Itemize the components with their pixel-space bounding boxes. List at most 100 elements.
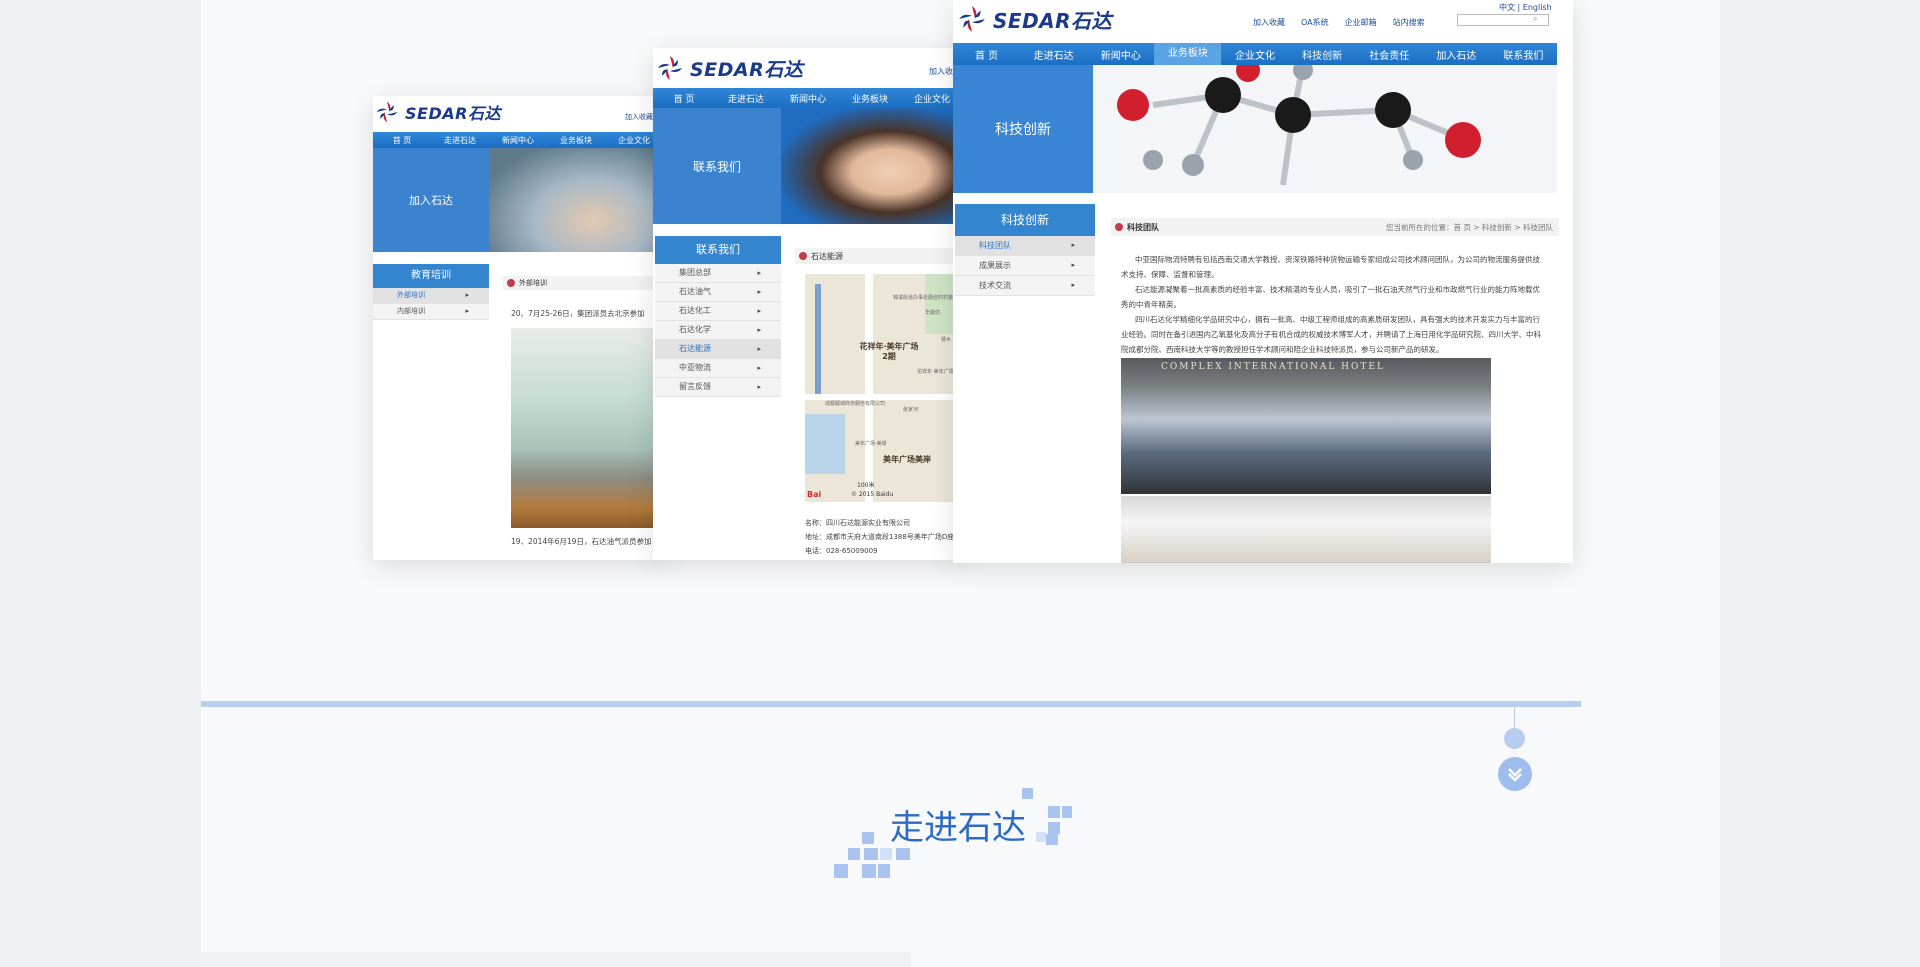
deco-square: [848, 848, 860, 860]
logo[interactable]: SEDAR石达: [957, 4, 1112, 34]
toplink-favorite[interactable]: 加入收藏: [625, 112, 653, 122]
sidebar: 科技创新 科技团队 成果展示 技术交流: [955, 204, 1095, 304]
logo[interactable]: SEDAR石达: [656, 54, 803, 82]
map-baidu-logo: Bai: [807, 490, 822, 499]
news-item-2[interactable]: 19、2014年6月19日，石达油气派员参加: [511, 534, 663, 549]
nav-business[interactable]: 业务板块: [547, 135, 605, 146]
sidebar-item-oilgas[interactable]: 石达油气: [655, 283, 781, 302]
meeting-photo: [1121, 496, 1491, 563]
deco-square: [834, 864, 848, 878]
nav-social[interactable]: 社会责任: [1356, 47, 1423, 62]
deco-square: [1048, 806, 1060, 818]
map-scale: 100米: [857, 482, 875, 489]
language-switch[interactable]: 中文 | English: [1499, 2, 1552, 13]
sedar-logo-icon: [375, 100, 399, 124]
news-item-1[interactable]: 20、7月25-26日，集团派员去北京参加: [511, 306, 663, 321]
main-nav: 首 页 走进石达 新闻中心 业务板块 企业文化: [373, 132, 663, 148]
service-woman-photo: [781, 108, 963, 224]
crumb-bullet-icon: [507, 279, 515, 287]
map-street-2: 成都都城商务服务有限公司: [825, 401, 886, 407]
nav-news[interactable]: 新闻中心: [489, 135, 547, 146]
sidebar-title: 联系我们: [655, 236, 781, 264]
nav-join[interactable]: 加入石达: [1423, 47, 1490, 62]
handshake-photo: [489, 148, 663, 252]
nav-business[interactable]: 业务板块: [1154, 43, 1222, 65]
screen-contact: SEDAR石达 加入收 首 页 走进石达 新闻中心 业务板块 企业文化 联系我们…: [653, 48, 963, 560]
map-copyright: © 2015 Baidu: [851, 491, 894, 498]
map-street-6: 花祥年·美年广场: [917, 369, 954, 375]
toplink-favorite[interactable]: 加入收藏: [1253, 17, 1285, 28]
nav-about[interactable]: 走进石达: [1020, 47, 1087, 62]
banner: 加入石达: [373, 148, 663, 252]
nav-news[interactable]: 新闻中心: [1087, 47, 1154, 62]
contact-phone: 电话：028-65009009: [805, 547, 878, 555]
deco-square: [1048, 822, 1060, 834]
sidebar-item-chemical[interactable]: 石达化工: [655, 302, 781, 321]
contact-name: 名称：四川石达能源实业有限公司: [805, 519, 910, 527]
toplink-mail[interactable]: 企业邮箱: [1345, 17, 1377, 28]
sidebar-item-chemistry[interactable]: 石达化学: [655, 321, 781, 340]
sidebar-item-hq[interactable]: 集团总部: [655, 264, 781, 283]
hotel-sign: COMPLEX INTERNATIONAL HOTEL: [1161, 362, 1385, 372]
nav-about[interactable]: 走进石达: [715, 92, 777, 105]
banner: 联系我们: [653, 108, 963, 224]
logo-text: SEDAR石达: [405, 104, 501, 123]
sidebar: 联系我们 集团总部 石达油气 石达化工 石达化学 石达能源 中亚物流 留言反馈: [655, 236, 781, 397]
main-nav: 首 页 走进石达 新闻中心 业务板块 企业文化: [653, 88, 963, 108]
sidebar-item-logistics[interactable]: 中亚物流: [655, 359, 781, 378]
nav-culture[interactable]: 企业文化: [1221, 47, 1288, 62]
toplink-oa[interactable]: OA系统: [1301, 17, 1329, 28]
sidebar-item-team[interactable]: 科技团队: [955, 236, 1095, 256]
baidu-map[interactable]: 花祥年·美年广场2期 美年广场美岸 锦溪街道办事处勤俭村村委会 成都都城商务服务…: [805, 274, 963, 502]
sidebar-item-energy[interactable]: 石达能源: [655, 340, 781, 359]
deco-square: [1022, 788, 1033, 799]
map-street-3: 华晨仿: [925, 310, 941, 316]
nav-tech[interactable]: 科技创新: [1289, 47, 1356, 62]
sidebar-item-results[interactable]: 成果展示: [955, 256, 1095, 276]
map-zoom-control[interactable]: [815, 284, 821, 394]
bottom-strip: [201, 952, 911, 967]
nav-news[interactable]: 新闻中心: [777, 92, 839, 105]
nav-home[interactable]: 首 页: [953, 47, 1020, 62]
map-road-v: [865, 274, 873, 502]
banner-label: 科技创新: [953, 65, 1093, 193]
sidebar-item-exchange[interactable]: 技术交流: [955, 276, 1095, 296]
sidebar-title: 教育培训: [373, 264, 489, 288]
search-icon[interactable]: ⌕: [1533, 14, 1543, 24]
sedar-logo-icon: [656, 54, 684, 82]
crumb-title: 科技团队: [1127, 222, 1159, 232]
nav-contact[interactable]: 联系我们: [1490, 47, 1557, 62]
crumb-bullet-icon: [1115, 223, 1123, 231]
crumb-path: 您当前所在的位置：首 页 > 科技创新 > 科技团队: [1386, 222, 1553, 232]
logo[interactable]: SEDAR石达: [375, 100, 501, 124]
section-divider: [201, 701, 1581, 707]
nav-home[interactable]: 首 页: [373, 135, 431, 146]
nav-about[interactable]: 走进石达: [431, 135, 489, 146]
map-label-2: 美年广场美岸: [883, 455, 931, 464]
meeting-photo: [511, 328, 663, 528]
logo-text: SEDAR石达: [993, 8, 1113, 33]
sidebar-item-internal[interactable]: 内部培训: [373, 304, 489, 320]
body-paragraph-2: 石达能源凝聚着一批高素质的经验丰富、技术精湛的专业人员，吸引了一批石油天然气行业…: [1121, 285, 1540, 309]
molecule-illustration: [1093, 65, 1557, 193]
toplink-search[interactable]: 站内搜索: [1393, 17, 1425, 28]
toplink-favorite[interactable]: 加入收: [929, 66, 953, 77]
nav-business[interactable]: 业务板块: [839, 92, 901, 105]
deco-square: [1046, 834, 1058, 845]
top-links: 加入收: [929, 66, 953, 77]
sidebar-item-external[interactable]: 外部培训: [373, 288, 489, 304]
sedar-logo-icon: [957, 4, 987, 34]
map-label-1: 花祥年·美年广场2期: [859, 342, 919, 361]
nav-home[interactable]: 首 页: [653, 92, 715, 105]
deco-square: [878, 864, 890, 878]
team-photo: COMPLEX INTERNATIONAL HOTEL: [1121, 358, 1491, 494]
sidebar: 教育培训 外部培训 内部培训: [373, 264, 489, 560]
scroll-down-button[interactable]: [1498, 757, 1532, 791]
banner-label: 加入石达: [373, 148, 489, 252]
sidebar-item-feedback[interactable]: 留言反馈: [655, 378, 781, 397]
crumb-title: 石达能源: [811, 251, 843, 261]
screen-tech-innovation: SEDAR石达 中文 | English ⌕ 加入收藏 OA系统 企业邮箱 站内…: [953, 0, 1573, 563]
map-street-7: 楼木: [941, 337, 952, 343]
main-nav: 首 页 走进石达 新闻中心 业务板块 企业文化 科技创新 社会责任 加入石达 联…: [953, 43, 1557, 65]
breadcrumb: 石达能源: [795, 248, 963, 264]
